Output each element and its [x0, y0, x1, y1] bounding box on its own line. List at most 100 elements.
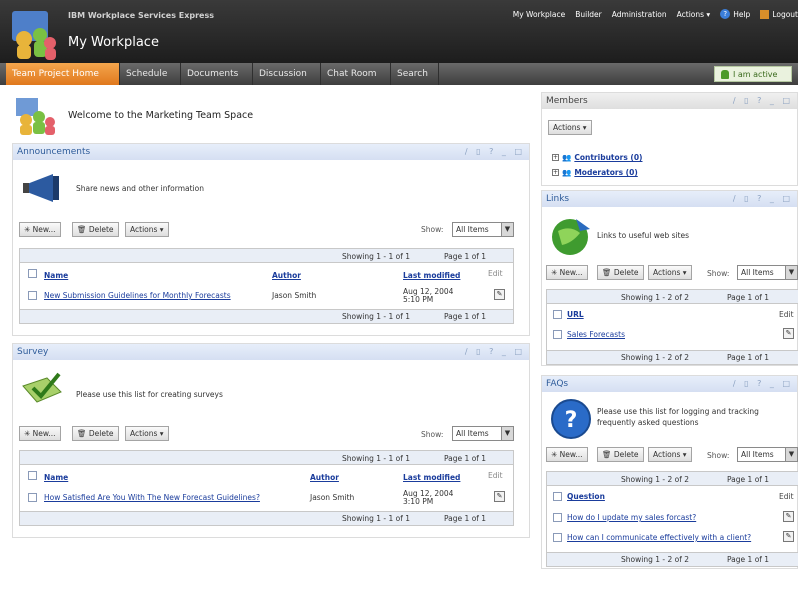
nav-actions[interactable]: Actions ▾	[677, 10, 711, 19]
tab-documents[interactable]: Documents	[181, 63, 253, 85]
page-text: Page 1 of 1	[444, 454, 487, 463]
column-last-modified[interactable]: Last modified	[403, 271, 460, 280]
row-author: Jason Smith	[310, 493, 355, 502]
tab-search[interactable]: Search	[391, 63, 439, 85]
new-icon: ✳	[24, 429, 33, 438]
page-text: Page 1 of 1	[727, 293, 770, 302]
faq-link[interactable]: How do I update my sales forcast?	[567, 513, 696, 522]
panel-controls[interactable]: ∕ ▯ ? _ □	[465, 144, 525, 160]
column-name[interactable]: Name	[44, 271, 68, 280]
members-actions-button[interactable]: Actions ▾	[548, 120, 592, 135]
column-url[interactable]: URL	[567, 310, 584, 319]
actions-button[interactable]: Actions ▾	[648, 265, 692, 280]
new-icon: ✳	[24, 225, 33, 234]
column-last-modified[interactable]: Last modified	[403, 473, 460, 482]
actions-button[interactable]: Actions ▾	[648, 447, 692, 462]
show-select[interactable]: All Items ▼	[737, 265, 798, 280]
show-select[interactable]: All Items ▼	[452, 222, 514, 237]
survey-link[interactable]: How Satisfied Are You With The New Forec…	[44, 493, 260, 502]
show-select-value: All Items	[741, 268, 774, 277]
panel-controls[interactable]: ∕ ▯ ? _ □	[465, 344, 525, 360]
presence-status[interactable]: I am active	[714, 66, 792, 82]
link-sales-forecasts[interactable]: Sales Forecasts	[567, 330, 625, 339]
select-all-checkbox[interactable]	[553, 492, 562, 501]
column-question[interactable]: Question	[567, 492, 605, 501]
new-button[interactable]: ✳ New...	[546, 447, 588, 462]
actions-button[interactable]: Actions ▾	[125, 222, 169, 237]
paging-text: Showing 1 - 2 of 2	[621, 293, 690, 302]
column-name[interactable]: Name	[44, 473, 68, 482]
edit-pencil-icon[interactable]: ✎	[783, 328, 794, 339]
survey-panel: Survey ∕ ▯ ? _ □ Please use this list fo…	[12, 343, 530, 538]
contributors-row[interactable]: + 👥 Contributors (0)	[552, 153, 643, 162]
table-pager-bottom: Showing 1 - 2 of 2 Page 1 of 1	[547, 350, 798, 364]
edit-pencil-icon[interactable]: ✎	[494, 289, 505, 300]
links-description: Links to useful web sites	[597, 231, 690, 240]
new-icon: ✳	[551, 450, 560, 459]
announcements-table: Showing 1 - 1 of 1 Page 1 of 1 Name Auth…	[19, 248, 514, 324]
tab-team-project-home[interactable]: Team Project Home	[6, 63, 120, 85]
tab-chat-room[interactable]: Chat Room	[321, 63, 391, 85]
row-checkbox[interactable]	[553, 533, 562, 542]
delete-button[interactable]: 🗑 Delete	[72, 222, 119, 237]
select-all-checkbox[interactable]	[28, 269, 37, 278]
faqs-description: Please use this list for logging and tra…	[597, 407, 759, 427]
new-button[interactable]: ✳ New...	[19, 222, 61, 237]
edit-pencil-icon[interactable]: ✎	[494, 491, 505, 502]
page-text: Page 1 of 1	[444, 514, 487, 523]
team-icon	[14, 96, 58, 136]
expand-icon[interactable]: +	[552, 154, 559, 161]
chevron-down-icon: ▼	[785, 448, 797, 461]
column-author[interactable]: Author	[310, 473, 339, 482]
show-select[interactable]: All Items ▼	[452, 426, 514, 441]
nav-administration[interactable]: Administration	[612, 10, 667, 19]
delete-button[interactable]: 🗑 Delete	[597, 447, 644, 462]
select-all-checkbox[interactable]	[28, 471, 37, 480]
table-pager-top: Showing 1 - 1 of 1 Page 1 of 1	[20, 451, 513, 465]
select-all-checkbox[interactable]	[553, 310, 562, 319]
row-checkbox[interactable]	[553, 513, 562, 522]
announcements-description: Share news and other information	[76, 184, 204, 193]
help-icon: ?	[720, 9, 731, 19]
moderators-link[interactable]: Moderators (0)	[574, 168, 637, 177]
panel-controls[interactable]: ∕ ▯ ? _ □	[733, 93, 793, 109]
column-author[interactable]: Author	[272, 271, 301, 280]
tab-schedule[interactable]: Schedule	[120, 63, 181, 85]
paging-text: Showing 1 - 1 of 1	[342, 514, 411, 523]
delete-button[interactable]: 🗑 Delete	[72, 426, 119, 441]
row-checkbox[interactable]	[28, 493, 37, 502]
delete-button[interactable]: 🗑 Delete	[597, 265, 644, 280]
page-text: Page 1 of 1	[444, 312, 487, 321]
app-header: IBM Workplace Services Express My Workpl…	[0, 0, 798, 63]
tab-discussion[interactable]: Discussion	[253, 63, 321, 85]
nav-my-workplace[interactable]: My Workplace	[513, 10, 565, 19]
row-checkbox[interactable]	[553, 330, 562, 339]
actions-button[interactable]: Actions ▾	[125, 426, 169, 441]
expand-icon[interactable]: +	[552, 169, 559, 176]
show-select-value: All Items	[456, 429, 489, 438]
new-button[interactable]: ✳ New...	[546, 265, 588, 280]
row-checkbox[interactable]	[28, 291, 37, 300]
svg-text:?: ?	[565, 408, 578, 433]
nav-builder[interactable]: Builder	[575, 10, 602, 19]
new-button[interactable]: ✳ New...	[19, 426, 61, 441]
nav-help[interactable]: ? Help	[720, 9, 750, 19]
logout-icon	[760, 9, 770, 19]
show-select[interactable]: All Items ▼	[737, 447, 798, 462]
delete-label: Delete	[88, 225, 114, 234]
edit-pencil-icon[interactable]: ✎	[783, 531, 794, 542]
announcement-link[interactable]: New Submission Guidelines for Monthly Fo…	[44, 291, 231, 300]
show-select-value: All Items	[456, 225, 489, 234]
announcements-title: Announcements	[13, 144, 529, 160]
moderators-row[interactable]: + 👥 Moderators (0)	[552, 168, 638, 177]
contributors-link[interactable]: Contributors (0)	[574, 153, 642, 162]
table-pager-top: Showing 1 - 2 of 2 Page 1 of 1	[547, 290, 798, 304]
faq-link[interactable]: How can I communicate effectively with a…	[567, 533, 751, 542]
nav-logout[interactable]: Logout	[760, 9, 798, 19]
table-pager-top: Showing 1 - 1 of 1 Page 1 of 1	[20, 249, 513, 263]
panel-controls[interactable]: ∕ ▯ ? _ □	[733, 376, 793, 392]
panel-controls[interactable]: ∕ ▯ ? _ □	[733, 191, 793, 207]
column-edit: Edit	[779, 492, 794, 501]
edit-pencil-icon[interactable]: ✎	[783, 511, 794, 522]
survey-description: Please use this list for creating survey…	[76, 390, 223, 399]
